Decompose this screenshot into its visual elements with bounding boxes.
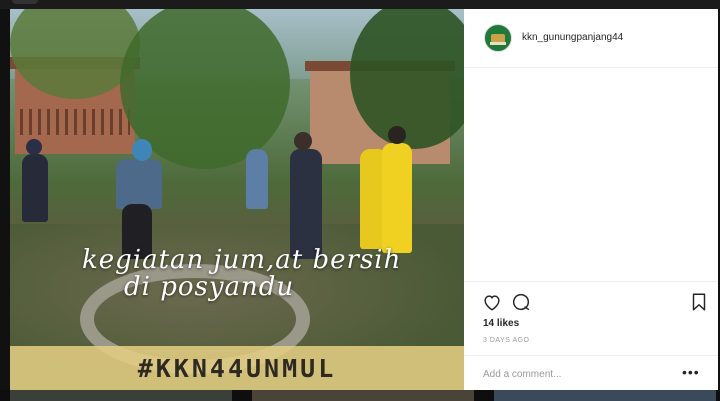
hashtag-band: #KKN44UNMUL bbox=[10, 346, 464, 390]
photo-person-3-head bbox=[294, 132, 312, 150]
avatar-base bbox=[490, 42, 506, 45]
feed-thumbnail[interactable] bbox=[252, 390, 474, 401]
photo-person-1-head bbox=[26, 139, 42, 155]
post-modal: kegiatan jum,at bersih di posyandu #KKN4… bbox=[10, 9, 718, 390]
photo-person-5-head bbox=[388, 126, 406, 144]
feed-thumbnail-strip bbox=[0, 390, 720, 401]
photo-person-3 bbox=[290, 149, 322, 259]
more-options-icon[interactable]: ••• bbox=[682, 364, 700, 380]
top-bar-shape bbox=[12, 0, 38, 4]
photo-person-2-head bbox=[132, 139, 152, 161]
comment-icon[interactable] bbox=[510, 291, 532, 313]
comment-row: ••• bbox=[464, 355, 718, 393]
post-side-panel: kkn_gunungpanjang44 14 likes 3 DAYS AGO … bbox=[464, 9, 718, 390]
heart-icon[interactable] bbox=[481, 291, 503, 313]
browser-top-bar bbox=[0, 0, 720, 9]
post-timestamp[interactable]: 3 DAYS AGO bbox=[483, 337, 530, 344]
photo-caption: kegiatan jum,at bersih di posyandu bbox=[82, 247, 422, 301]
feed-thumbnail[interactable] bbox=[10, 390, 232, 401]
feed-thumbnail[interactable] bbox=[494, 390, 716, 401]
likes-count[interactable]: 14 likes bbox=[483, 318, 519, 329]
photo-caption-line-1: kegiatan jum,at bersih bbox=[82, 245, 402, 275]
photo-person-5 bbox=[382, 143, 412, 253]
post-header: kkn_gunungpanjang44 bbox=[464, 9, 718, 68]
username-link[interactable]: kkn_gunungpanjang44 bbox=[522, 32, 623, 43]
post-photo[interactable]: kegiatan jum,at bersih di posyandu #KKN4… bbox=[10, 9, 464, 390]
photo-caption-line-2: di posyandu bbox=[124, 272, 295, 302]
bookmark-icon[interactable] bbox=[688, 291, 710, 313]
photo-fence bbox=[20, 109, 130, 135]
comment-input[interactable] bbox=[483, 366, 673, 382]
photo-person-6 bbox=[246, 149, 268, 209]
photo-person-1 bbox=[22, 154, 48, 222]
photo-hashtag: #KKN44UNMUL bbox=[137, 353, 337, 383]
avatar[interactable] bbox=[484, 24, 512, 52]
post-actions: 14 likes 3 DAYS AGO ••• bbox=[464, 281, 718, 392]
photo-person-2 bbox=[116, 159, 162, 209]
